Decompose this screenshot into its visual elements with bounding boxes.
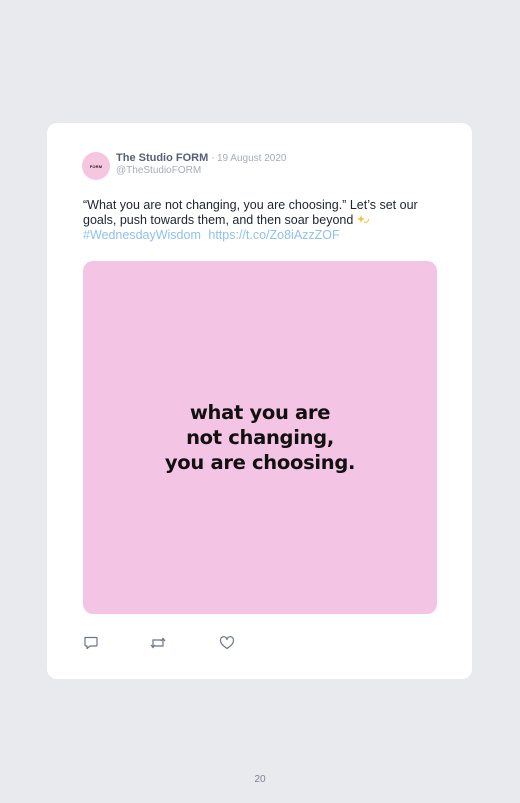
- tweet-image[interactable]: what you are not changing, you are choos…: [83, 261, 437, 614]
- heart-icon[interactable]: [219, 635, 237, 651]
- tweet-card: FORM The Studio FORM · 19 August 2020 @The…: [47, 123, 472, 679]
- author-name[interactable]: The Studio FORM: [116, 152, 208, 164]
- image-quote-line: what you are: [189, 401, 331, 424]
- image-quote-line: you are choosing.: [164, 451, 356, 474]
- hashtag-link[interactable]: #WednesdayWisdom: [83, 228, 201, 242]
- page-number: 20: [254, 774, 266, 785]
- sparkle-icon: [356, 215, 370, 227]
- tweet-text: “What you are not changing, you are choo…: [83, 198, 435, 229]
- image-quote: what you are not changing, you are choos…: [164, 400, 356, 475]
- tweet-date[interactable]: 19 August 2020: [217, 153, 287, 164]
- image-quote-line: not changing,: [186, 426, 334, 449]
- avatar-logo-text: FORM: [89, 163, 103, 169]
- tweet-links: #WednesdayWisdom https://t.co/Zo8iAzzZOF: [83, 228, 340, 243]
- url-link[interactable]: https://t.co/Zo8iAzzZOF: [208, 228, 339, 242]
- author-handle[interactable]: @TheStudioFORM: [116, 165, 201, 176]
- reply-icon[interactable]: [83, 635, 101, 651]
- retweet-icon[interactable]: [149, 635, 167, 651]
- avatar[interactable]: FORM: [82, 152, 110, 180]
- separator: ·: [211, 152, 215, 164]
- tweet-header: The Studio FORM · 19 August 2020: [116, 152, 286, 164]
